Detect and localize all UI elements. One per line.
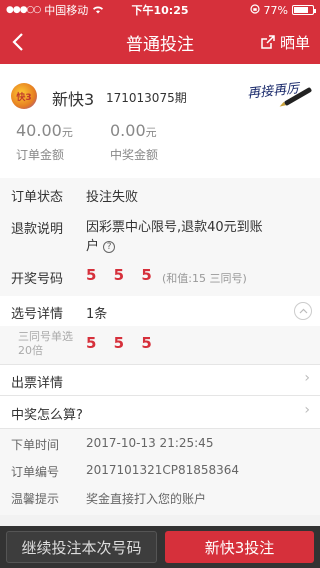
status-value: 投注失败 xyxy=(86,190,139,205)
continue-bet-button[interactable]: 继续投注本次号码 xyxy=(6,531,157,563)
collapse-button[interactable] xyxy=(294,302,312,320)
order-no-label: 订单编号 xyxy=(11,465,60,479)
selection-type: 三同号单选 20倍 xyxy=(18,330,73,358)
chevron-left-icon xyxy=(12,33,23,51)
howto-label: 中奖怎么算? xyxy=(11,408,83,423)
status-bar: ●●●○○ 中国移动 下午10:25 77% xyxy=(0,0,320,20)
refund-text-line2: 户 xyxy=(86,239,100,254)
selection-numbers: 5 5 5 xyxy=(86,334,158,352)
battery-fill xyxy=(294,7,308,13)
selection-label: 选号详情 xyxy=(11,307,64,322)
tip-label: 温馨提示 xyxy=(11,492,60,506)
order-amount: 40.00元 xyxy=(16,121,73,140)
selection-count: 1条 xyxy=(86,307,108,322)
share-button[interactable]: 晒单 xyxy=(260,20,310,64)
help-icon[interactable]: ? xyxy=(103,240,116,253)
battery-percent: 77% xyxy=(263,3,288,17)
carrier: 中国移动 xyxy=(44,4,89,17)
lottery-name: 新快3 xyxy=(52,90,95,109)
new-bet-button[interactable]: 新快3投注 xyxy=(165,531,314,563)
selection-type-text: 三同号单选 xyxy=(18,330,73,343)
prize-amount: 0.00元 xyxy=(110,121,157,140)
order-amount-unit: 元 xyxy=(61,126,73,139)
order-amount-value: 40.00 xyxy=(16,121,62,140)
order-time-value: 2017-10-13 21:25:45 xyxy=(86,436,214,450)
refund-text-line1: 因彩票中心限号,退款40元到账 xyxy=(86,220,263,235)
share-icon xyxy=(261,35,275,49)
lottery-logo: 快3 xyxy=(11,83,37,109)
battery-icon xyxy=(292,5,316,15)
chevron-right-icon: › xyxy=(304,370,310,386)
order-no-value: 2017101321CP81858364 xyxy=(86,463,240,477)
wifi-icon xyxy=(92,4,104,17)
order-time-label: 下单时间 xyxy=(11,438,60,452)
prize-amount-label: 中奖金额 xyxy=(110,148,159,162)
draw-numbers: 5 5 5 xyxy=(86,266,158,284)
order-amount-label: 订单金额 xyxy=(16,148,65,162)
lock-rotation-icon xyxy=(249,3,260,17)
refund-label: 退款说明 xyxy=(11,222,64,237)
ticket-label: 出票详情 xyxy=(11,376,64,391)
prize-amount-value: 0.00 xyxy=(110,121,146,140)
share-label: 晒单 xyxy=(279,33,310,52)
bottom-action-bar: 继续投注本次号码 新快3投注 xyxy=(0,526,320,568)
status-label: 订单状态 xyxy=(11,190,64,205)
refund-value: 因彩票中心限号,退款40元到账 户 ? xyxy=(86,218,311,256)
chevron-up-icon xyxy=(299,308,307,314)
issue-number: 171013075期 xyxy=(106,91,187,105)
chevron-right-icon: › xyxy=(304,402,310,418)
draw-note: (和值:15 三同号) xyxy=(162,272,247,285)
back-button[interactable] xyxy=(0,20,36,64)
signal-icon: ●●●○○ xyxy=(6,5,41,15)
draw-label: 开奖号码 xyxy=(11,272,64,287)
tip-value: 奖金直接打入您的账户 xyxy=(86,492,207,506)
nav-bar: 普通投注 晒单 xyxy=(0,20,320,64)
prize-amount-unit: 元 xyxy=(145,126,157,139)
result-stamp: 再接再厉 xyxy=(243,76,313,122)
selection-multiple: 20倍 xyxy=(18,344,43,357)
